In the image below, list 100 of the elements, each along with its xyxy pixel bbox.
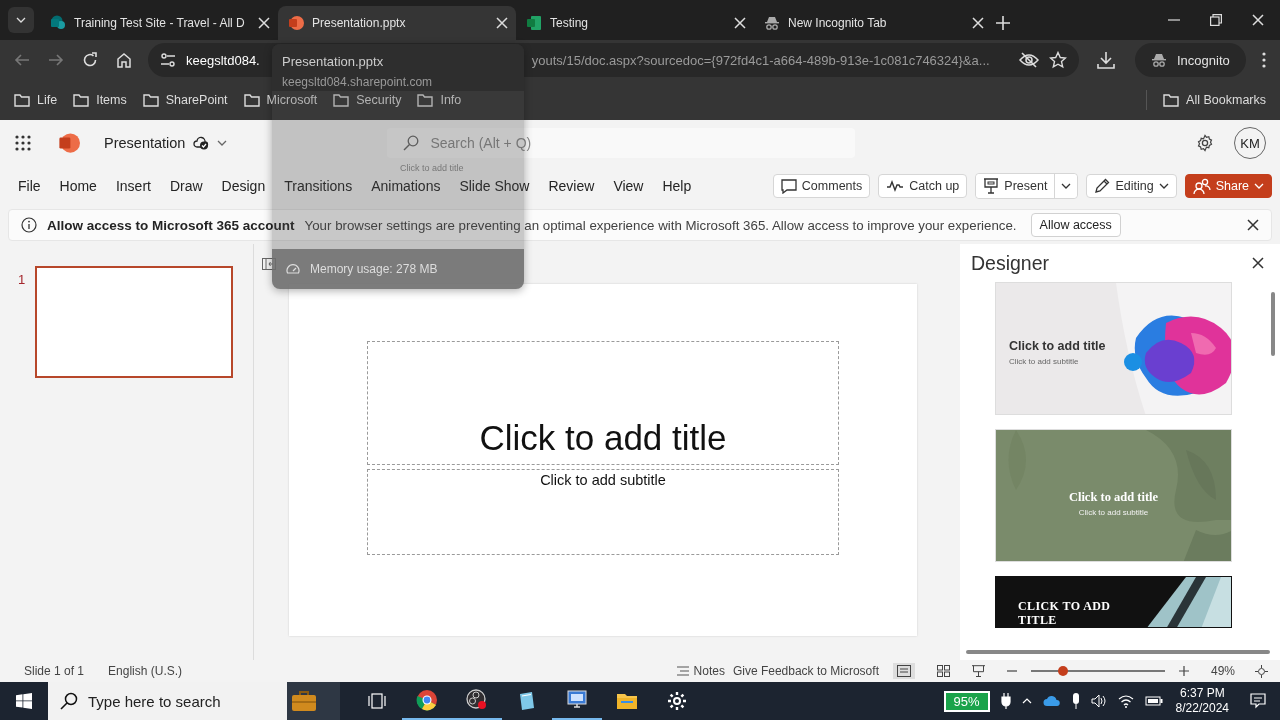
notification-icon[interactable]: [1250, 693, 1266, 709]
clock[interactable]: 6:37 PM 8/22/2024: [1175, 686, 1229, 716]
close-window-icon[interactable]: [1252, 14, 1264, 26]
projector-screen-icon: [983, 178, 1000, 194]
design-subtitle-text: Click to add subtitle: [1077, 508, 1150, 517]
close-tab-icon[interactable]: [496, 17, 508, 29]
chrome-icon[interactable]: [416, 689, 438, 711]
editing-mode-button[interactable]: Editing: [1086, 174, 1177, 198]
app-launcher-icon[interactable]: [14, 134, 32, 152]
recorder-icon[interactable]: [466, 689, 488, 711]
close-icon[interactable]: [1247, 219, 1259, 231]
search-icon: [403, 135, 420, 151]
ribbon-tab[interactable]: Review: [548, 178, 595, 194]
tab-title: New Incognito Tab: [788, 16, 888, 30]
bookmark-folder[interactable]: Security: [333, 93, 402, 107]
ribbon-tab[interactable]: Help: [662, 178, 692, 194]
browser-tab[interactable]: Training Test Site - Travel - All D: [40, 6, 278, 40]
vertical-scrollbar[interactable]: [1271, 292, 1275, 356]
title-menu-chevron-icon[interactable]: [217, 140, 228, 146]
zoom-in-icon[interactable]: [1178, 666, 1189, 676]
incognito-profile-button[interactable]: Incognito: [1135, 43, 1246, 77]
eye-slash-icon[interactable]: [1019, 52, 1039, 68]
task-view-icon[interactable]: [368, 693, 386, 709]
remote-desktop-icon[interactable]: [566, 689, 588, 711]
bookmark-folder[interactable]: Info: [417, 93, 462, 107]
zoom-slider-thumb[interactable]: [1058, 666, 1069, 676]
download-icon[interactable]: [1097, 51, 1115, 69]
language-label[interactable]: English (U.S.): [108, 664, 183, 678]
powerpoint-logo-icon: [288, 15, 304, 31]
chevron-down-icon: [16, 17, 26, 23]
design-thumbnail[interactable]: Click to add title Click to add subtitle: [995, 429, 1232, 562]
new-tab-icon[interactable]: [996, 16, 1010, 30]
tab-search-button[interactable]: [8, 7, 34, 33]
share-button[interactable]: Share: [1184, 174, 1272, 198]
feedback-link[interactable]: Give Feedback to Microsoft: [732, 664, 879, 678]
design-thumbnail[interactable]: CLICK TO ADD TITLE: [995, 576, 1232, 628]
more-menu-icon[interactable]: [1261, 52, 1266, 68]
briefcase-icon[interactable]: [290, 689, 318, 713]
microphone-icon[interactable]: [1071, 693, 1080, 709]
chevron-down-icon: [1061, 183, 1072, 189]
clock-date: 8/22/2024: [1175, 701, 1229, 716]
allow-access-button[interactable]: Allow access: [1030, 213, 1121, 237]
design-thumbnail[interactable]: Click to add title Click to add subtitle: [995, 282, 1232, 415]
bookmark-folder[interactable]: SharePoint: [142, 93, 228, 107]
close-icon[interactable]: [1252, 257, 1264, 269]
url-path-text: youts/15/doc.aspx?sourcedoc={972fd4c1-a664-489b-913e-1c081c746324}&a...: [531, 52, 990, 68]
bookmark-folder[interactable]: Microsoft: [243, 93, 318, 107]
ribbon-tab[interactable]: Transitions: [284, 178, 353, 194]
wifi-icon[interactable]: [1117, 694, 1134, 708]
taskbar-search-field[interactable]: Type here to search: [48, 682, 287, 720]
present-options-button[interactable]: [1054, 174, 1078, 198]
fit-to-window-icon[interactable]: [1255, 664, 1268, 678]
catch-up-button[interactable]: Catch up: [878, 174, 968, 198]
message-title: Allow access to Microsoft 365 account: [47, 217, 295, 233]
home-icon[interactable]: [116, 52, 132, 68]
hover-card-title: Presentation.pptx: [282, 54, 385, 69]
document-title[interactable]: Presentation: [104, 135, 186, 151]
slide-sorter-icon[interactable]: [936, 665, 950, 677]
site-settings-icon[interactable]: [160, 52, 176, 68]
ribbon-tab[interactable]: View: [613, 178, 644, 194]
bookmark-folder[interactable]: Life: [14, 93, 58, 107]
search-field[interactable]: Search (Alt + Q): [387, 128, 856, 158]
ribbon-tab[interactable]: Insert: [115, 178, 151, 194]
cloud-icon[interactable]: [1042, 695, 1061, 707]
design-title-text: Click to add title: [1009, 339, 1106, 353]
ribbon-tab[interactable]: Home: [59, 178, 97, 194]
close-tab-icon[interactable]: [972, 17, 984, 29]
close-tab-icon[interactable]: [258, 17, 270, 29]
browser-tab[interactable]: Testing: [516, 6, 754, 40]
bookmark-folder[interactable]: Items: [73, 93, 127, 107]
subtitle-placeholder[interactable]: Click to add subtitle: [367, 469, 839, 555]
reload-icon[interactable]: [82, 52, 98, 68]
normal-view-icon[interactable]: [892, 663, 915, 679]
ribbon-tab[interactable]: Animations: [371, 178, 441, 194]
battery-icon[interactable]: [1144, 695, 1163, 707]
back-arrow-icon[interactable]: [14, 52, 30, 68]
zoom-percentage[interactable]: 49%: [1210, 664, 1235, 678]
all-bookmarks-button[interactable]: All Bookmarks: [1163, 93, 1266, 107]
chevron-down-icon: [1158, 183, 1169, 189]
comments-button[interactable]: Comments: [772, 174, 871, 198]
browser-tab[interactable]: Presentation.pptx: [278, 6, 516, 40]
settings-icon[interactable]: [1196, 134, 1214, 152]
restore-icon[interactable]: [1210, 14, 1222, 26]
presenter-view-icon[interactable]: [971, 665, 985, 677]
windows-start-icon[interactable]: [16, 693, 32, 709]
ribbon-tab[interactable]: Slide Show: [459, 178, 530, 194]
volume-icon[interactable]: [1090, 694, 1107, 708]
title-placeholder[interactable]: Click to add title: [367, 341, 839, 465]
ribbon-tab[interactable]: File: [18, 178, 41, 194]
hover-card-host: keegsltd084.sharepoint.com: [282, 75, 434, 89]
notes-button[interactable]: Notes: [676, 664, 725, 678]
ribbon-tab[interactable]: Design: [221, 178, 266, 194]
forward-arrow-icon[interactable]: [48, 52, 64, 68]
ribbon-tab[interactable]: Draw: [169, 178, 203, 194]
chevron-up-icon[interactable]: [1021, 698, 1032, 704]
close-tab-icon[interactable]: [734, 17, 746, 29]
star-icon[interactable]: [1049, 51, 1067, 69]
slide-thumbnail[interactable]: [35, 266, 234, 378]
browser-tab[interactable]: New Incognito Tab: [754, 6, 992, 40]
horizontal-scrollbar[interactable]: [966, 650, 1270, 654]
